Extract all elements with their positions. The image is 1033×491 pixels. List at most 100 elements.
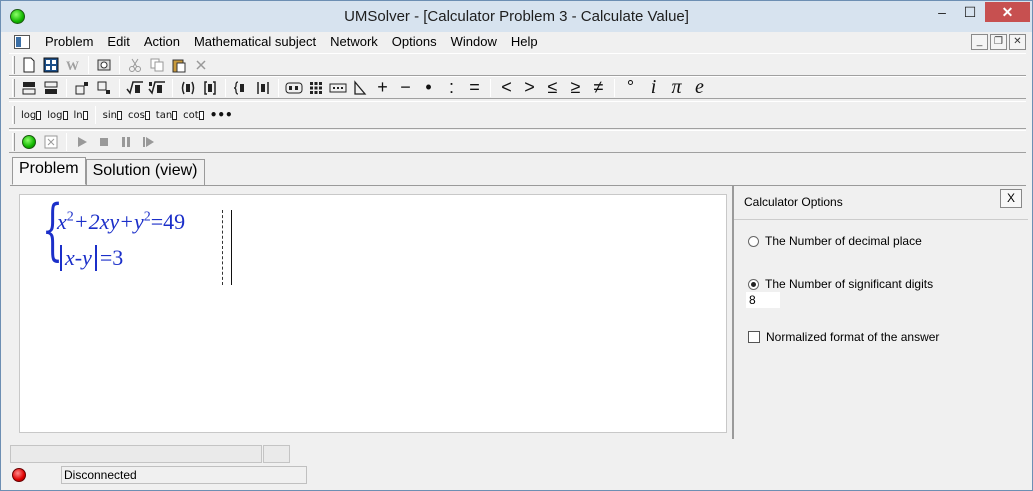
toolbar-grip[interactable] — [12, 106, 15, 124]
menu-options[interactable]: Options — [385, 32, 444, 52]
normalized-option[interactable]: Normalized format of the answer — [748, 330, 939, 344]
multiply-button[interactable]: • — [417, 77, 440, 98]
superscript-button[interactable] — [71, 78, 93, 98]
cos-button[interactable]: cos — [125, 105, 153, 125]
more-functions-button[interactable]: ••• — [207, 105, 236, 125]
plus-button[interactable]: + — [371, 77, 394, 98]
angle-button[interactable] — [349, 78, 371, 98]
tab-strip: Problem Solution (view) — [12, 157, 205, 185]
ln-button[interactable]: ln — [71, 105, 91, 125]
log-button[interactable]: log — [44, 105, 70, 125]
maximize-button[interactable]: ☐ — [957, 2, 983, 22]
imaginary-unit-button[interactable]: i — [642, 76, 665, 98]
step-button[interactable] — [137, 132, 159, 152]
play-button[interactable] — [71, 132, 93, 152]
toolbar-separator — [278, 78, 279, 97]
decimal-place-radio[interactable] — [748, 235, 759, 247]
toolbar-grip[interactable] — [12, 55, 15, 74]
cos-label: cos — [127, 109, 145, 121]
menu-mathematical-subject[interactable]: Mathematical subject — [187, 32, 323, 52]
print-preview-button[interactable] — [93, 55, 115, 75]
menu-problem[interactable]: Problem — [38, 32, 100, 52]
menu-window[interactable]: Window — [444, 32, 504, 52]
superscript-icon — [75, 81, 88, 94]
mdi-close-button[interactable]: ✕ — [1009, 34, 1026, 50]
eq1-middle: +2xy+y — [73, 209, 144, 234]
parentheses-button[interactable] — [177, 78, 199, 98]
tan-button[interactable]: tan — [153, 105, 180, 125]
close-button[interactable]: ✕ — [985, 2, 1030, 22]
less-than-button[interactable]: < — [495, 77, 518, 98]
matrix-icon — [310, 81, 322, 94]
parentheses-icon — [181, 81, 195, 94]
absolute-value-icon — [257, 81, 269, 94]
sin-button[interactable]: sin — [100, 105, 125, 125]
document-icon[interactable] — [14, 35, 30, 49]
euler-e-button[interactable]: e — [688, 76, 711, 98]
horizontal-scrollbar[interactable] — [10, 445, 262, 463]
greater-equal-button[interactable]: ≥ — [564, 77, 587, 98]
menu-edit[interactable]: Edit — [100, 32, 136, 52]
greater-than-button[interactable]: > — [518, 77, 541, 98]
calculator-button[interactable] — [40, 55, 62, 75]
not-equal-button[interactable]: ≠ — [587, 77, 610, 98]
matrix-button[interactable] — [305, 78, 327, 98]
mdi-restore-button[interactable]: ❐ — [990, 34, 1007, 50]
menu-action[interactable]: Action — [137, 32, 187, 52]
functions-toolbar: log log ln sin cos tan cot ••• — [9, 101, 1026, 129]
cut-button[interactable] — [124, 55, 146, 75]
placeholder-box-icon — [36, 110, 42, 120]
divide-button[interactable]: : — [440, 77, 463, 98]
minus-button[interactable]: − — [394, 77, 417, 98]
decimal-place-option[interactable]: The Number of decimal place — [748, 234, 922, 248]
less-equal-button[interactable]: ≤ — [541, 77, 564, 98]
formula-editor[interactable]: { x2+2xy+y2=49 x-y =3 — [19, 194, 727, 433]
paste-button[interactable] — [168, 55, 190, 75]
panel-header: Calculator Options X — [734, 186, 1028, 220]
eq1-exponent-1: 2 — [66, 209, 74, 225]
minimize-button[interactable]: – — [929, 2, 955, 22]
brackets-button[interactable] — [199, 78, 221, 98]
insert-row-above-button[interactable] — [18, 78, 40, 98]
vector-button[interactable] — [283, 78, 305, 98]
delete-button[interactable] — [190, 55, 212, 75]
pause-button[interactable] — [115, 132, 137, 152]
significant-digits-radio[interactable] — [748, 278, 759, 290]
formula-toolbar: + − • : = < > ≤ ≥ ≠ ° i π e — [9, 76, 1026, 99]
delete-x-icon — [196, 59, 206, 70]
stop-button[interactable] — [93, 132, 115, 152]
log-label: log — [47, 109, 63, 121]
menu-help[interactable]: Help — [504, 32, 545, 52]
disconnect-button[interactable] — [40, 132, 62, 152]
log-base-button[interactable]: log — [18, 105, 44, 125]
significant-digits-input[interactable]: 8 — [746, 292, 780, 308]
significant-digits-label: The Number of significant digits — [765, 277, 934, 291]
degree-button[interactable]: ° — [619, 77, 642, 98]
nth-root-button[interactable] — [146, 78, 168, 98]
copy-button[interactable] — [146, 55, 168, 75]
absolute-value-button[interactable] — [252, 78, 274, 98]
significant-digits-option[interactable]: The Number of significant digits — [748, 277, 933, 291]
root-button[interactable] — [124, 78, 146, 98]
cot-button[interactable]: cot — [180, 105, 207, 125]
new-document-button[interactable] — [18, 55, 40, 75]
connect-button[interactable] — [18, 132, 40, 152]
pi-button[interactable]: π — [665, 76, 688, 98]
braces-button[interactable] — [230, 78, 252, 98]
equals-button[interactable]: = — [463, 77, 486, 98]
subscript-button[interactable] — [93, 78, 115, 98]
toolbar-grip[interactable] — [12, 78, 15, 97]
menu-network[interactable]: Network — [323, 32, 385, 52]
dots-row-button[interactable] — [327, 78, 349, 98]
standard-toolbar: W — [9, 53, 1026, 76]
tab-solution-view[interactable]: Solution (view) — [85, 159, 205, 185]
word-export-button[interactable]: W — [62, 55, 84, 75]
mdi-minimize-button[interactable]: _ — [971, 34, 988, 50]
panel-close-button[interactable]: X — [1000, 189, 1022, 208]
toolbar-grip[interactable] — [12, 132, 15, 151]
tab-problem[interactable]: Problem — [12, 157, 86, 185]
insert-row-below-button[interactable] — [40, 78, 62, 98]
status-bar: Disconnected — [10, 466, 1026, 484]
normalized-checkbox[interactable] — [748, 331, 760, 343]
paste-icon — [172, 59, 186, 72]
